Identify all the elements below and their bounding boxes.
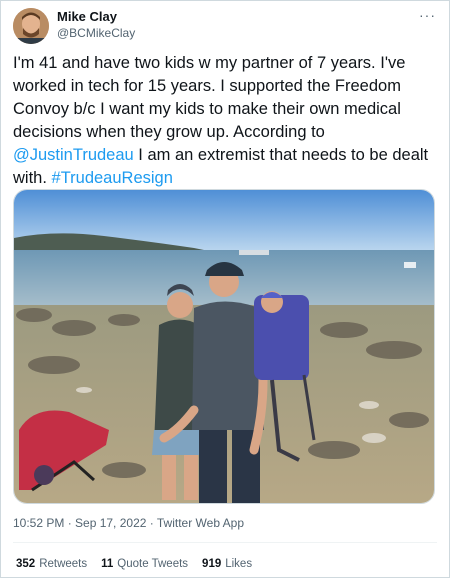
quote-tweets-count: 11	[101, 558, 114, 570]
tweet-text-start: I'm 41 and have two kids w my partner of…	[13, 54, 406, 141]
quote-tweets-stat[interactable]: 11 Quote Tweets	[101, 558, 188, 570]
user-handle[interactable]: @BCMikeClay	[57, 26, 135, 40]
tweet-text: I'm 41 and have two kids w my partner of…	[13, 52, 433, 190]
avatar[interactable]	[13, 8, 49, 44]
hashtag-link[interactable]: #TrudeauResign	[52, 169, 173, 187]
likes-stat[interactable]: 919 Likes	[202, 558, 252, 570]
retweets-label: Retweets	[39, 558, 88, 570]
quote-tweets-label: Quote Tweets	[117, 558, 189, 570]
mention-link[interactable]: @JustinTrudeau	[13, 146, 134, 164]
tweet-photo[interactable]	[13, 189, 435, 504]
display-name[interactable]: Mike Clay	[57, 9, 117, 24]
family-beach-photo	[14, 190, 434, 503]
retweets-stat[interactable]: 352 Retweets	[16, 558, 87, 570]
divider	[13, 542, 437, 543]
engagement-stats: 352 Retweets 11 Quote Tweets 919 Likes	[16, 558, 252, 570]
more-options-icon[interactable]: ···	[419, 7, 436, 23]
tweet-timestamp[interactable]: 10:52 PM · Sep 17, 2022 · Twitter Web Ap…	[13, 516, 244, 530]
likes-count: 919	[202, 558, 222, 570]
retweets-count: 352	[16, 558, 36, 570]
avatar-image	[13, 8, 49, 44]
likes-label: Likes	[225, 558, 253, 570]
